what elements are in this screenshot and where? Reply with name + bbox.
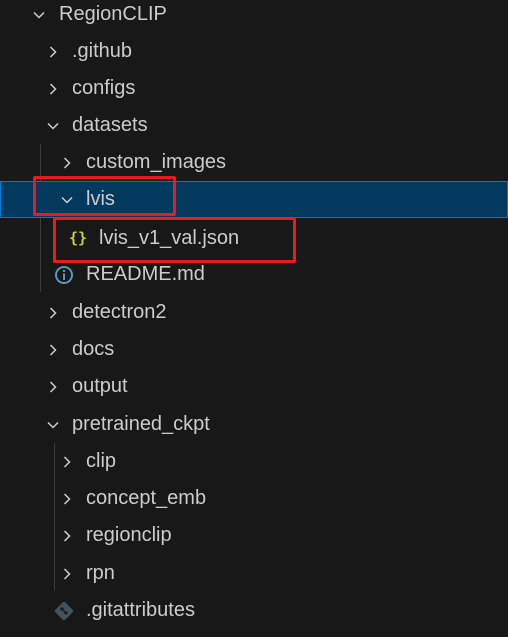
folder-output[interactable]: output (0, 368, 508, 405)
folder-pretrained-ckpt[interactable]: pretrained_ckpt (0, 406, 508, 443)
git-icon (53, 600, 75, 622)
folder-regionclip-root[interactable]: RegionCLIP (0, 0, 508, 33)
chevron-right-icon (46, 45, 60, 59)
chevron-right-icon (60, 455, 74, 469)
folder-clip[interactable]: clip (0, 443, 508, 480)
file-gitattributes[interactable]: .gitattributes (0, 592, 508, 629)
folder-label: output (72, 375, 128, 397)
chevron-right-icon (46, 82, 60, 96)
folder-label: docs (72, 338, 115, 360)
chevron-down-icon (46, 418, 60, 432)
folder-configs[interactable]: configs (0, 70, 508, 107)
folder-docs[interactable]: docs (0, 331, 508, 368)
chevron-right-icon (46, 306, 60, 320)
folder-label: rpn (86, 562, 115, 584)
chevron-right-icon (60, 492, 74, 506)
folder-label: datasets (72, 114, 148, 136)
chevron-right-icon (60, 567, 74, 581)
chevron-right-icon (46, 343, 60, 357)
explorer-file-tree: RegionCLIP .github configs datasets cust… (0, 0, 508, 637)
folder-label: configs (72, 77, 136, 99)
folder-label: concept_emb (86, 487, 207, 509)
chevron-right-icon (46, 380, 60, 394)
folder-label: clip (86, 450, 117, 472)
folder-datasets[interactable]: datasets (0, 107, 508, 144)
chevron-down-icon (46, 119, 60, 133)
chevron-right-icon (60, 156, 74, 170)
folder-label: detectron2 (72, 301, 167, 323)
file-label: .gitattributes (86, 599, 195, 621)
folder-label: pretrained_ckpt (72, 413, 210, 435)
folder-label: RegionCLIP (59, 3, 167, 25)
chevron-down-icon (32, 8, 46, 22)
folder-label: regionclip (86, 524, 172, 546)
highlight-box-lvis-json (53, 217, 296, 263)
folder-regionclip[interactable]: regionclip (0, 517, 508, 554)
folder-rpn[interactable]: rpn (0, 555, 508, 592)
info-icon (53, 264, 75, 286)
highlight-box-lvis (33, 176, 176, 216)
folder-label: .github (72, 40, 133, 62)
folder-github[interactable]: .github (0, 33, 508, 70)
chevron-right-icon (60, 529, 74, 543)
folder-detectron2[interactable]: detectron2 (0, 294, 508, 331)
folder-concept-emb[interactable]: concept_emb (0, 480, 508, 517)
